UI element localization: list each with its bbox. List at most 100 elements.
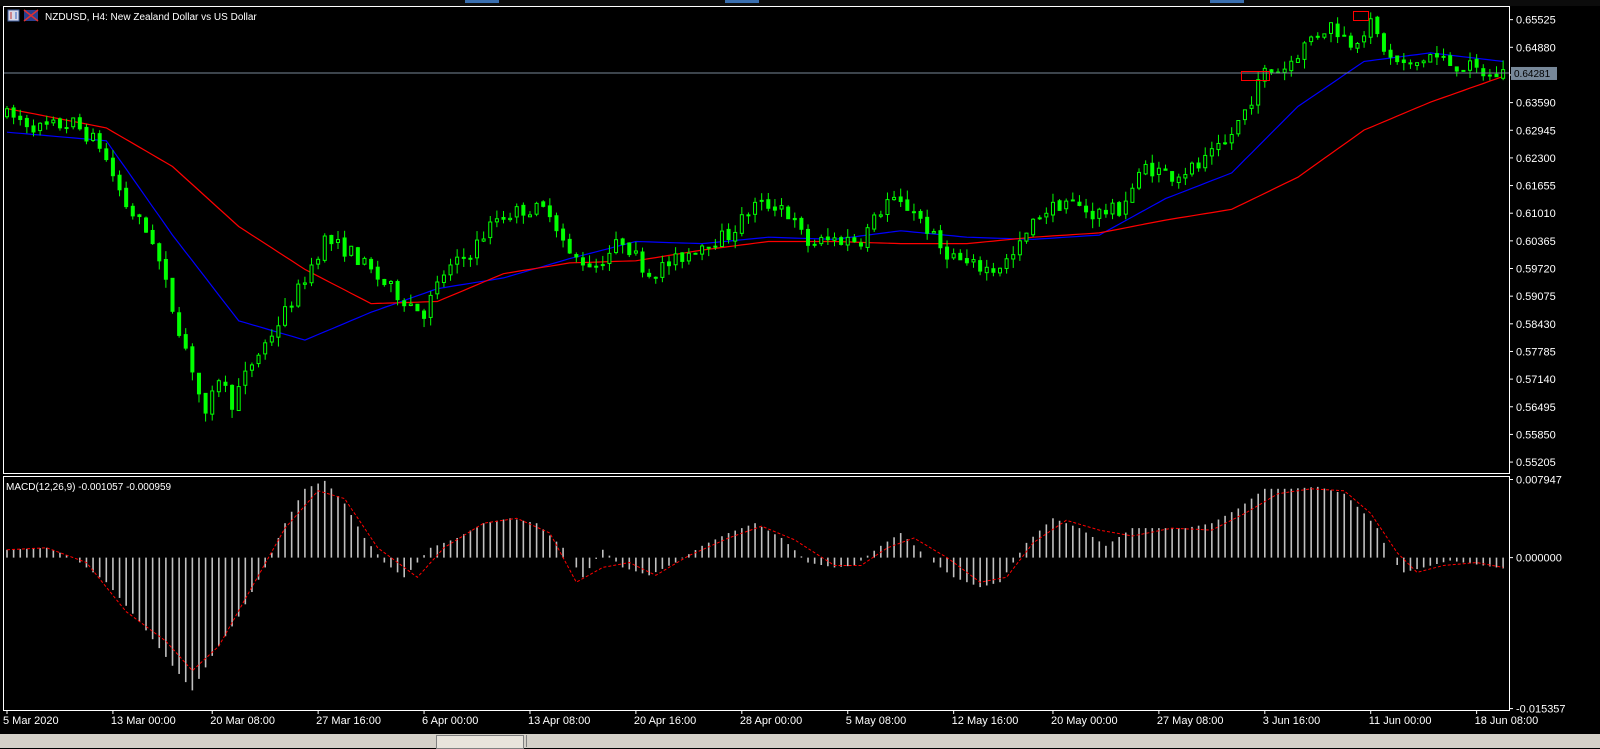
chart-tab[interactable] [436, 735, 524, 749]
candle-body [580, 257, 585, 266]
candle-body [1355, 42, 1360, 49]
candle-body [24, 117, 29, 128]
candle-body [574, 254, 579, 258]
candle-body [230, 384, 235, 410]
price-tick-label: 0.59720 [1516, 264, 1556, 276]
candle-body [190, 346, 195, 373]
candle-body [1309, 36, 1314, 43]
time-tick-label: 28 Apr 00:00 [740, 715, 802, 727]
ma-line [6, 75, 1504, 305]
candle-body [1110, 202, 1115, 215]
candle-body [1057, 200, 1062, 211]
candle-body [1229, 133, 1234, 144]
candle-body [945, 246, 950, 260]
time-tick-label: 27 Mar 16:00 [316, 715, 381, 727]
candle-body [309, 264, 314, 284]
candle-body [541, 201, 546, 207]
candle-body [1137, 171, 1142, 189]
candle-body [832, 237, 837, 241]
price-tick-label: 0.58430 [1516, 319, 1556, 331]
candle-body [422, 310, 427, 319]
time-tick-label: 20 Mar 08:00 [210, 715, 275, 727]
candle-body [792, 217, 797, 221]
candle-body [885, 199, 890, 216]
candle-body [779, 205, 784, 210]
candle-body [1494, 73, 1499, 78]
candle-body [527, 214, 532, 218]
mt4-chart-window: 0.655250.648800.642350.635900.629450.623… [0, 0, 1600, 749]
candle-body [640, 251, 645, 273]
candle-body [1487, 74, 1492, 77]
candle-body [1090, 210, 1095, 220]
candle-body [1183, 174, 1188, 179]
candle-body [1123, 200, 1128, 215]
candle-body [1421, 60, 1426, 64]
candle-body [203, 392, 208, 414]
candle-body [1441, 55, 1446, 58]
candle-body [627, 242, 632, 256]
candle-body [216, 380, 221, 393]
candle-body [18, 115, 23, 121]
candle-body [336, 239, 340, 244]
candle-body [839, 237, 844, 245]
candle-body [680, 252, 685, 262]
price-tick-label: 0.65525 [1516, 15, 1556, 27]
candle-body [1130, 187, 1135, 203]
chart-canvas[interactable]: 0.655250.648800.642350.635900.629450.623… [0, 0, 1600, 734]
candle-body [1289, 60, 1294, 72]
candle-body [600, 264, 605, 267]
candle-body [263, 342, 268, 355]
candle-body [170, 277, 175, 312]
candle-body [1428, 54, 1433, 63]
time-axis: 5 Mar 2020 13 Mar 00:00 20 Mar 08:00 27 Mar… [3, 710, 1538, 727]
candle-body [441, 274, 446, 284]
candle-body [269, 335, 274, 343]
candle-body [911, 211, 916, 214]
candle-body [719, 230, 724, 248]
candle-body [647, 272, 652, 277]
candle-body [276, 325, 281, 338]
candle-body [468, 257, 473, 260]
candle-body [951, 253, 956, 259]
time-tick-label: 12 May 16:00 [952, 715, 1019, 727]
candle-body [1004, 258, 1009, 269]
candle-body [759, 199, 764, 202]
candle-body [322, 235, 327, 261]
candle-body [11, 107, 16, 118]
candle-body [1216, 142, 1221, 151]
candle-body [104, 148, 109, 161]
candle-body [1342, 34, 1347, 37]
bottom-tab-bar [0, 734, 1600, 749]
candle-body [653, 276, 658, 279]
candle-body [534, 202, 539, 215]
candle-body [375, 266, 380, 280]
candle-body [157, 243, 162, 262]
candle-body [514, 206, 519, 218]
macd-tick-label: 0.007947 [1516, 474, 1562, 486]
candle-body [1408, 62, 1413, 65]
candle-body [508, 217, 513, 221]
price-pane-frame [3, 6, 1510, 474]
candle-body [236, 386, 241, 412]
candle-body [667, 261, 671, 267]
candle-body [355, 247, 360, 266]
candle-body [329, 234, 334, 245]
candle-body [1031, 218, 1036, 236]
candle-body [1097, 208, 1102, 219]
candle-body [1415, 62, 1420, 67]
price-tick-label: 0.57785 [1516, 346, 1556, 358]
time-tick-label: 5 Mar 2020 [3, 715, 59, 727]
price-tick-label: 0.63590 [1516, 98, 1556, 110]
chart-window-icon [7, 9, 20, 22]
candle-body [124, 187, 129, 208]
candle-body [1329, 22, 1333, 34]
tab-divider [526, 735, 527, 747]
candle-body [1322, 33, 1327, 38]
candle-body [289, 305, 294, 308]
candle-body [561, 228, 566, 241]
candle-body [865, 227, 870, 248]
candle-body [1295, 58, 1300, 63]
candle-body [475, 239, 480, 259]
candle-body [991, 268, 996, 273]
candle-body [223, 381, 228, 386]
